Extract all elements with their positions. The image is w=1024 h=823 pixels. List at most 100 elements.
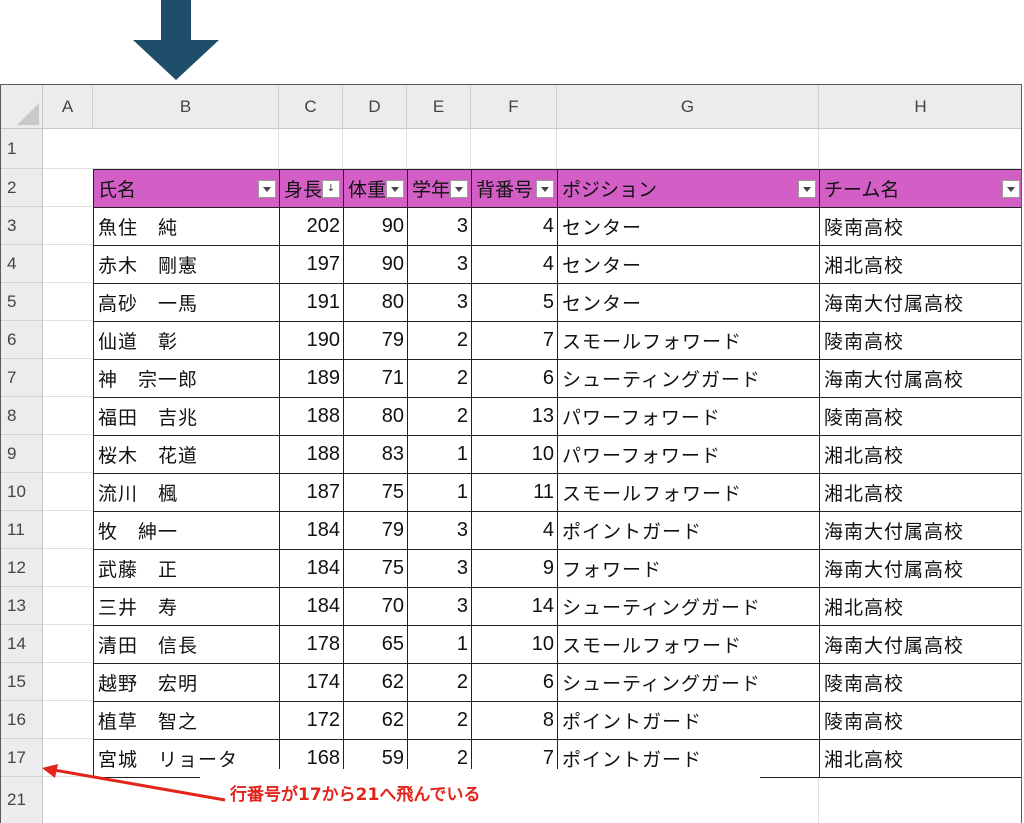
table-cell[interactable]: 7 bbox=[471, 321, 558, 360]
table-cell[interactable]: フォワード bbox=[557, 549, 820, 588]
column-header[interactable]: E bbox=[407, 85, 471, 129]
table-cell[interactable]: 福田 吉兆 bbox=[93, 397, 280, 436]
column-header[interactable]: D bbox=[343, 85, 407, 129]
table-cell[interactable]: 3 bbox=[407, 245, 472, 284]
table-cell[interactable]: 赤木 剛憲 bbox=[93, 245, 280, 284]
table-cell[interactable]: 189 bbox=[279, 359, 344, 398]
filter-dropdown-button[interactable] bbox=[1002, 180, 1020, 198]
table-cell[interactable]: 10 bbox=[471, 625, 558, 664]
table-cell[interactable]: 2 bbox=[407, 321, 472, 360]
table-cell[interactable]: シューティングガード bbox=[557, 663, 820, 702]
table-header-cell[interactable]: 学年 bbox=[407, 169, 472, 208]
table-cell[interactable]: 62 bbox=[343, 701, 408, 740]
filter-dropdown-button[interactable] bbox=[258, 180, 276, 198]
table-header-cell[interactable]: 身長 ↓ bbox=[279, 169, 344, 208]
table-cell[interactable]: 流川 楓 bbox=[93, 473, 280, 512]
table-cell[interactable]: センター bbox=[557, 245, 820, 284]
table-cell[interactable]: 陵南高校 bbox=[819, 663, 1021, 702]
row-header[interactable]: 4 bbox=[1, 245, 43, 283]
table-cell[interactable]: 178 bbox=[279, 625, 344, 664]
table-cell[interactable]: 2 bbox=[407, 701, 472, 740]
table-cell[interactable]: スモールフォワード bbox=[557, 473, 820, 512]
column-header[interactable]: H bbox=[819, 85, 1021, 129]
table-cell[interactable]: 14 bbox=[471, 587, 558, 626]
table-cell[interactable]: 仙道 彰 bbox=[93, 321, 280, 360]
row-header[interactable]: 1 bbox=[1, 129, 43, 169]
table-cell[interactable]: 191 bbox=[279, 283, 344, 322]
table-cell[interactable]: 陵南高校 bbox=[819, 397, 1021, 436]
table-cell[interactable]: 80 bbox=[343, 397, 408, 436]
table-cell[interactable]: 188 bbox=[279, 435, 344, 474]
table-cell[interactable]: 13 bbox=[471, 397, 558, 436]
table-cell[interactable]: シューティングガード bbox=[557, 359, 820, 398]
table-header-cell[interactable]: チーム名 bbox=[819, 169, 1021, 208]
table-cell[interactable]: 190 bbox=[279, 321, 344, 360]
select-all-corner[interactable] bbox=[1, 85, 43, 129]
table-cell[interactable]: 魚住 純 bbox=[93, 207, 280, 246]
row-header[interactable]: 7 bbox=[1, 359, 43, 397]
row-header[interactable]: 10 bbox=[1, 473, 43, 511]
table-cell[interactable]: 184 bbox=[279, 511, 344, 550]
table-cell[interactable]: 90 bbox=[343, 207, 408, 246]
column-header[interactable]: F bbox=[471, 85, 557, 129]
row-header[interactable]: 6 bbox=[1, 321, 43, 359]
table-cell[interactable]: 3 bbox=[407, 511, 472, 550]
row-header[interactable]: 11 bbox=[1, 511, 43, 549]
column-header[interactable]: C bbox=[279, 85, 343, 129]
table-cell[interactable]: 188 bbox=[279, 397, 344, 436]
table-header-cell[interactable]: 氏名 bbox=[93, 169, 280, 208]
table-cell[interactable]: 湘北高校 bbox=[819, 473, 1021, 512]
table-cell[interactable]: 湘北高校 bbox=[819, 435, 1021, 474]
table-cell[interactable]: 184 bbox=[279, 549, 344, 588]
table-cell[interactable]: 陵南高校 bbox=[819, 321, 1021, 360]
row-header[interactable]: 14 bbox=[1, 625, 43, 663]
sort-descending-filter-button[interactable]: ↓ bbox=[322, 180, 340, 198]
table-cell[interactable]: 4 bbox=[471, 245, 558, 284]
table-cell[interactable]: 79 bbox=[343, 511, 408, 550]
row-header[interactable]: 21 bbox=[1, 777, 43, 823]
table-cell[interactable]: 牧 紳一 bbox=[93, 511, 280, 550]
table-header-cell[interactable]: 体重 bbox=[343, 169, 408, 208]
table-cell[interactable]: 1 bbox=[407, 435, 472, 474]
table-cell[interactable]: パワーフォワード bbox=[557, 397, 820, 436]
table-cell[interactable]: 海南大付属高校 bbox=[819, 625, 1021, 664]
filter-dropdown-button[interactable] bbox=[798, 180, 816, 198]
table-cell[interactable]: 71 bbox=[343, 359, 408, 398]
filter-dropdown-button[interactable] bbox=[536, 180, 554, 198]
row-header[interactable]: 8 bbox=[1, 397, 43, 435]
table-cell[interactable]: 3 bbox=[407, 283, 472, 322]
table-cell[interactable]: スモールフォワード bbox=[557, 321, 820, 360]
table-cell[interactable]: 90 bbox=[343, 245, 408, 284]
table-cell[interactable]: 70 bbox=[343, 587, 408, 626]
table-cell[interactable]: 187 bbox=[279, 473, 344, 512]
table-cell[interactable]: 1 bbox=[407, 473, 472, 512]
column-header[interactable]: B bbox=[93, 85, 279, 129]
table-cell[interactable]: 10 bbox=[471, 435, 558, 474]
table-cell[interactable]: 1 bbox=[407, 625, 472, 664]
table-cell[interactable]: センター bbox=[557, 207, 820, 246]
row-header[interactable]: 17 bbox=[1, 739, 43, 777]
filter-dropdown-button[interactable] bbox=[386, 180, 404, 198]
row-header[interactable]: 5 bbox=[1, 283, 43, 321]
spreadsheet-grid[interactable]: A B C D E F G H 1 2 3 4 5 6 7 8 9 10 11 12 13 14 15 16 17 21 氏名 身長 ↓… bbox=[0, 84, 1022, 823]
table-cell[interactable]: 4 bbox=[471, 207, 558, 246]
table-cell[interactable]: スモールフォワード bbox=[557, 625, 820, 664]
table-cell[interactable]: 海南大付属高校 bbox=[819, 283, 1021, 322]
table-cell[interactable]: 陵南高校 bbox=[819, 207, 1021, 246]
table-cell[interactable]: 8 bbox=[471, 701, 558, 740]
table-cell[interactable]: シューティングガード bbox=[557, 587, 820, 626]
table-cell[interactable]: 2 bbox=[407, 359, 472, 398]
table-cell[interactable]: センター bbox=[557, 283, 820, 322]
table-cell[interactable]: 11 bbox=[471, 473, 558, 512]
table-cell[interactable]: 海南大付属高校 bbox=[819, 511, 1021, 550]
filter-dropdown-button[interactable] bbox=[450, 180, 468, 198]
table-cell[interactable]: 197 bbox=[279, 245, 344, 284]
row-header[interactable]: 3 bbox=[1, 207, 43, 245]
table-cell[interactable]: 80 bbox=[343, 283, 408, 322]
table-cell[interactable]: 2 bbox=[407, 663, 472, 702]
table-cell[interactable]: 清田 信長 bbox=[93, 625, 280, 664]
table-cell[interactable]: 5 bbox=[471, 283, 558, 322]
table-cell[interactable]: 陵南高校 bbox=[819, 701, 1021, 740]
table-cell[interactable]: 79 bbox=[343, 321, 408, 360]
table-cell[interactable]: 3 bbox=[407, 587, 472, 626]
